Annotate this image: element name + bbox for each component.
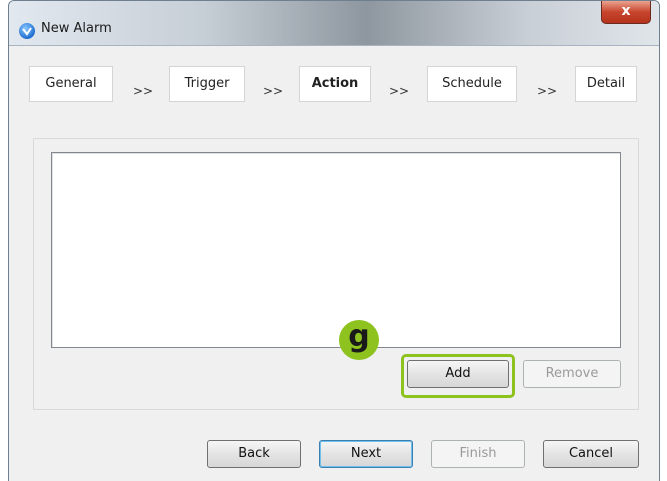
app-logo-icon xyxy=(19,23,35,39)
new-alarm-dialog: New Alarm x General >> Trigger >> Action… xyxy=(8,0,660,481)
step-action[interactable]: Action xyxy=(299,66,371,102)
cancel-button[interactable]: Cancel xyxy=(543,440,639,468)
step-schedule-label: Schedule xyxy=(442,76,502,91)
close-button[interactable]: x xyxy=(601,1,651,24)
dialog-body: General >> Trigger >> Action >> Schedule… xyxy=(9,45,659,481)
finish-button-label: Finish xyxy=(459,446,497,461)
next-button-label: Next xyxy=(350,446,382,461)
step-separator: >> xyxy=(263,84,284,98)
step-trigger[interactable]: Trigger xyxy=(169,66,245,102)
next-button[interactable]: Next xyxy=(319,440,413,468)
remove-button-label: Remove xyxy=(545,366,599,381)
remove-button[interactable]: Remove xyxy=(523,360,621,388)
step-separator: >> xyxy=(537,84,558,98)
cancel-button-label: Cancel xyxy=(568,446,614,461)
step-separator: >> xyxy=(389,84,410,98)
step-detail[interactable]: Detail xyxy=(575,66,637,102)
finish-button[interactable]: Finish xyxy=(431,440,525,468)
back-button-label: Back xyxy=(238,446,270,461)
window-title: New Alarm xyxy=(41,21,112,36)
back-button[interactable]: Back xyxy=(207,440,301,468)
step-schedule[interactable]: Schedule xyxy=(427,66,517,102)
step-badge: g xyxy=(339,320,379,360)
step-general[interactable]: General xyxy=(29,66,113,102)
title-bar[interactable]: New Alarm x xyxy=(9,1,659,45)
step-action-label: Action xyxy=(311,76,359,91)
action-list[interactable] xyxy=(51,152,621,348)
step-trigger-label: Trigger xyxy=(184,76,230,91)
step-separator: >> xyxy=(133,84,154,98)
step-detail-label: Detail xyxy=(586,76,626,91)
close-icon: x xyxy=(621,3,631,19)
step-general-label: General xyxy=(45,76,97,91)
highlight-ring xyxy=(401,354,515,398)
